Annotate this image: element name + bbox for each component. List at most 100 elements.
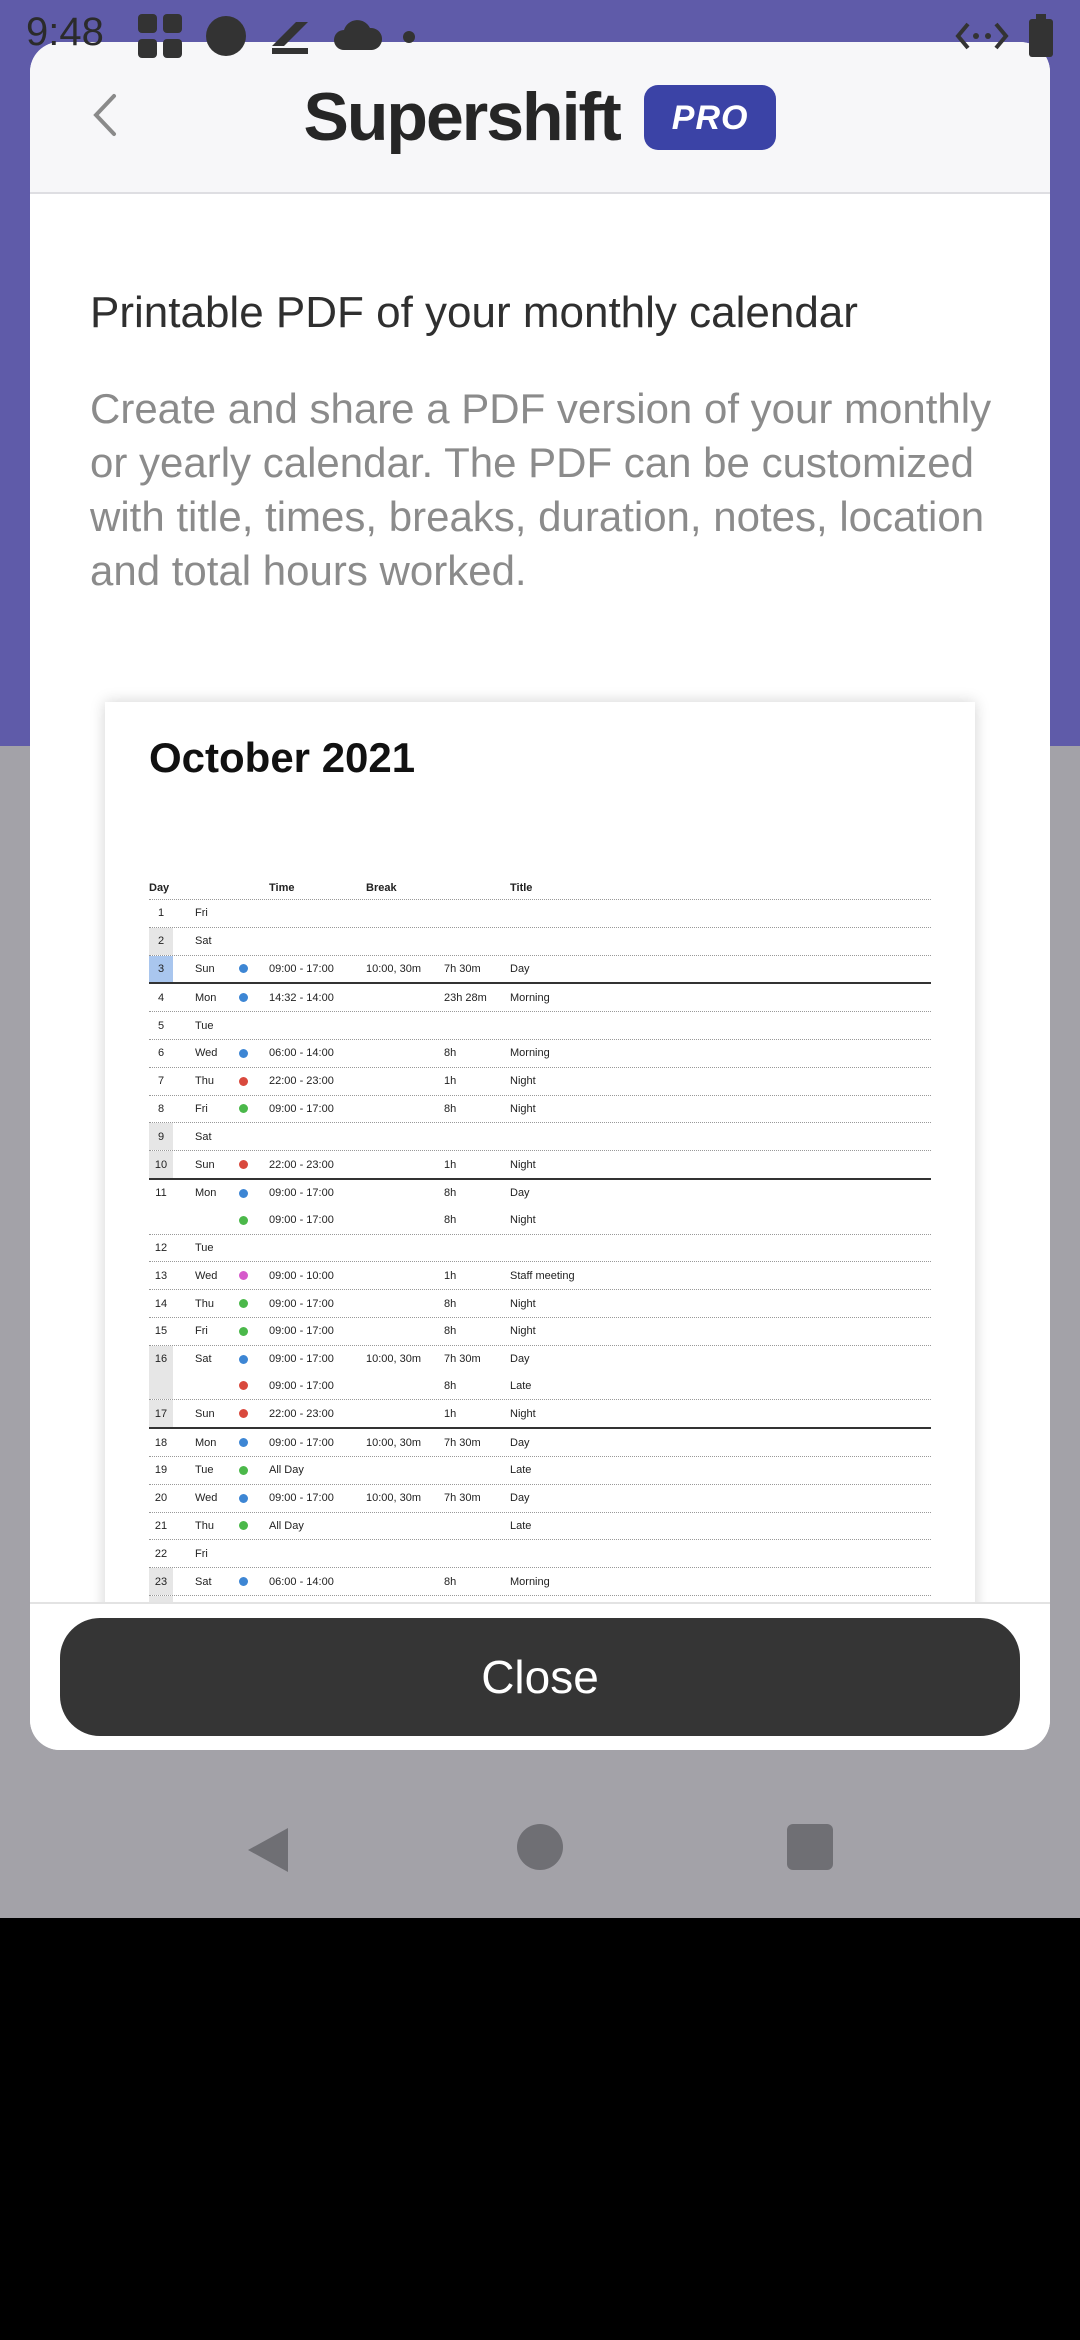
shift-color-dot-icon [239,1465,248,1475]
cell-weekday: Tue [195,1019,214,1032]
cell-break: 10:00, 30m [366,1436,422,1449]
cell-day: 1 [157,907,165,920]
close-button[interactable]: Close [60,1618,1020,1736]
shift-color-dot-icon [239,1521,248,1531]
table-row: 1 Fri [149,900,931,928]
cell-title: Day [510,1353,530,1366]
table-row-line: 6 Wed 06:00 - 14:00 8h Morning [149,1040,931,1067]
cell-shift-icon [239,1271,269,1281]
feature-title: Printable PDF of your monthly calendar [90,288,858,337]
table-row-line: 21 Thu All Day Late [149,1513,931,1540]
circle-icon [204,14,248,62]
app-icon [268,16,312,60]
shift-color-dot-icon [239,1354,248,1364]
cell-time: 06:00 - 14:00 [269,1047,334,1060]
cell-time: 22:00 - 23:00 [269,1407,334,1420]
table-row-line: 8 Fri 09:00 - 17:00 8h Night [149,1096,931,1123]
table-row-line: 09:00 - 17:00 8h Night [149,1207,931,1234]
table-row-line: 19 Tue All Day Late [149,1457,931,1484]
cell-shift-icon [239,1409,269,1419]
table-row: 4 Mon 14:32 - 14:00 23h 28m Morning [149,984,931,1013]
cell-day: 8 [157,1102,165,1115]
table-row: 21 Thu All Day Late [149,1513,931,1541]
nav-back-icon[interactable] [244,1824,292,1880]
table-row-line: 20 Wed 09:00 - 17:00 10:00, 30m 7h 30m Day [149,1485,931,1512]
cell-weekday: Fri [195,1547,208,1560]
cell-duration: 7h 30m [444,962,481,975]
table-row-line: 22 Fri [149,1540,931,1567]
table-row: 3 Sun 09:00 - 17:00 10:00, 30m 7h 30m Day [149,955,931,985]
cell-title: Night [510,1075,536,1088]
cell-title: Night [510,1407,536,1420]
shift-color-dot-icon [239,1104,248,1114]
cell-shift-icon [239,1104,269,1114]
cell-duration: 1h [444,1158,457,1171]
table-header: Day Time Break Title [149,877,931,900]
shift-color-dot-icon [239,1409,248,1419]
shift-color-dot-icon [239,964,248,974]
table-row-line: 3 Sun 09:00 - 17:00 10:00, 30m 7h 30m Day [149,955,931,983]
cell-weekday: Thu [195,1297,214,1310]
cell-weekday: Sun [195,1407,215,1420]
table-row-line: 23 Sat 06:00 - 14:00 8h Morning [149,1568,931,1595]
pdf-preview: October 2021 Day Time Break Title 1 Fri 2 S… [105,702,975,1702]
cell-shift-icon [239,1381,269,1391]
cell-shift-icon [239,1354,269,1364]
cell-time: 09:00 - 10:00 [269,1269,334,1282]
cell-shift-icon [239,1493,269,1503]
cell-time: 09:00 - 17:00 [269,1102,334,1115]
cell-time: 22:00 - 23:00 [269,1075,334,1088]
cell-day: 17 [149,1400,173,1428]
shift-color-dot-icon [239,1271,248,1281]
pro-badge: PRO [643,84,777,150]
pdf-title: October 2021 [149,734,416,781]
cell-weekday: Mon [195,1187,217,1200]
cell-weekday: Thu [195,1075,214,1088]
cell-shift-icon [239,964,269,974]
cell-weekday: Wed [195,1269,218,1282]
cell-duration: 7h 30m [444,1353,481,1366]
cloud-icon [332,16,383,60]
cell-title: Late [510,1464,532,1477]
cell-day: 21 [154,1519,168,1532]
table-row: 10 Sun 22:00 - 23:00 1h Night [149,1151,931,1180]
table-row: 16 Sat 09:00 - 17:00 10:00, 30m 7h 30m Day 09:… [149,1345,931,1401]
table-row-line: 14 Thu 09:00 - 17:00 8h Night [149,1290,931,1317]
cell-shift-icon [239,1215,269,1225]
cell-duration: 8h [444,1297,457,1310]
status-time: 9:48 [26,10,104,54]
col-break: Break [366,882,397,894]
shift-color-dot-icon [239,1326,248,1336]
table-row: 22 Fri [149,1540,931,1569]
cell-title: Day [510,962,530,975]
feature-description: Create and share a PDF version of your m… [90,385,992,594]
cell-day: 22 [154,1547,168,1560]
nav-recents-icon[interactable] [787,1824,833,1870]
cell-weekday: Fri [195,907,208,920]
shift-color-dot-icon [239,1215,248,1225]
col-title: Title [510,882,533,894]
cell-time: 22:00 - 23:00 [269,1158,334,1171]
table-row: 20 Wed 09:00 - 17:00 10:00, 30m 7h 30m Day [149,1485,931,1513]
cell-time: All Day [269,1519,304,1532]
cell-title: Night [510,1297,536,1310]
cell-day: 9 [149,1123,173,1151]
cell-break: 10:00, 30m [366,962,422,975]
nav-home-icon[interactable] [517,1824,563,1870]
cell-day: 4 [157,991,165,1004]
cell-title: Morning [510,1575,550,1588]
cell-weekday: Sun [195,1158,215,1171]
table-row-line: 7 Thu 22:00 - 23:00 1h Night [149,1068,931,1095]
cell-time: All Day [269,1464,304,1477]
cell-shift-icon [239,1465,269,1475]
cell-shift-icon [239,1188,269,1198]
table-row: 15 Fri 09:00 - 17:00 8h Night [149,1318,931,1346]
shift-color-dot-icon [239,1299,248,1309]
cell-weekday: Sat [195,1575,212,1588]
table-row-line: 12 Tue [149,1235,931,1262]
table-row-line: 4 Mon 14:32 - 14:00 23h 28m Morning [149,984,931,1011]
cell-day: 3 [149,955,173,983]
cell-weekday: Sat [195,1353,212,1366]
table-body: 1 Fri 2 Sat 3 Sun 09:00 - 17:00 10:00, 30m 7h 30… [149,900,931,1625]
cell-time: 09:00 - 17:00 [269,1436,334,1449]
